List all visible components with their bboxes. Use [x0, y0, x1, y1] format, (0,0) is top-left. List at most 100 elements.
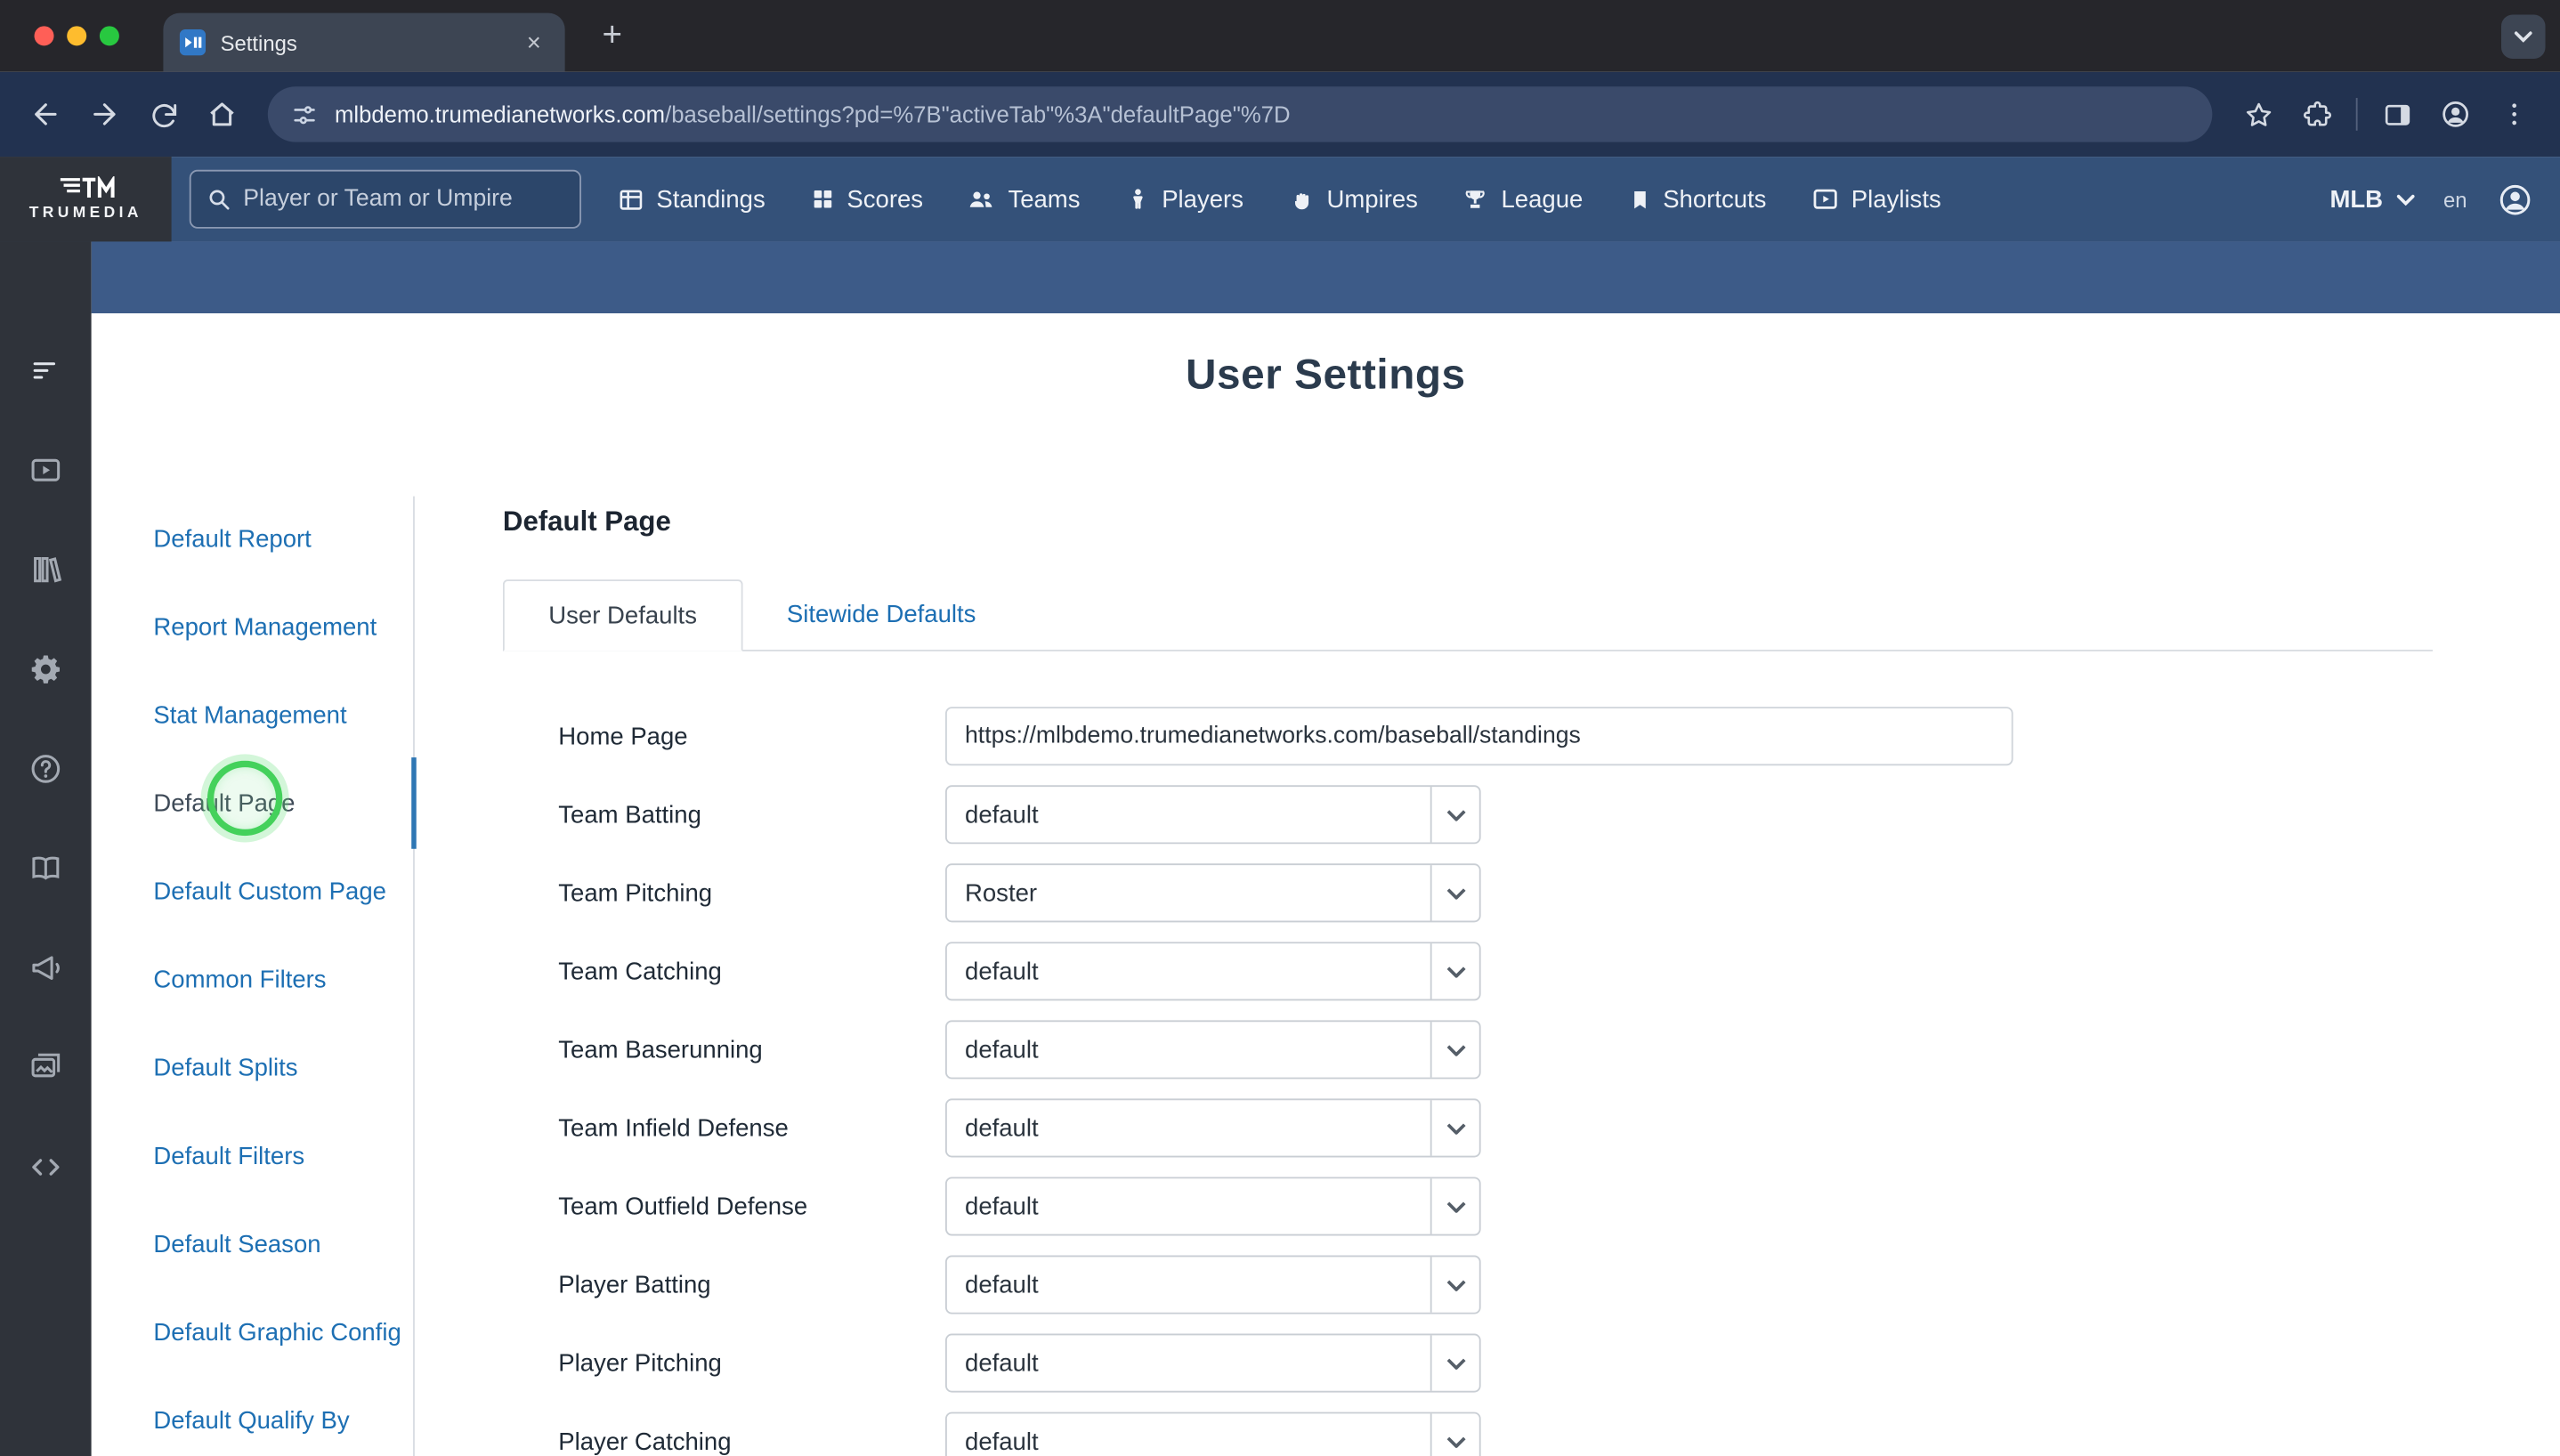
menu-item-default-filters[interactable]: Default Filters	[153, 1113, 413, 1201]
home-button[interactable]	[192, 85, 251, 143]
site-info-icon[interactable]	[290, 101, 318, 128]
team-baserunning-label: Team Baserunning	[558, 1035, 763, 1064]
locale-indicator[interactable]: en	[2443, 187, 2467, 212]
menu-item-default-page[interactable]: Default Page	[153, 757, 417, 849]
team-baserunning-select[interactable]: default	[945, 1020, 1481, 1080]
forward-button[interactable]	[75, 85, 134, 143]
side-panel-icon	[2384, 103, 2410, 125]
nav-label: Umpires	[1326, 185, 1418, 214]
nav-scores[interactable]: Scores	[809, 185, 923, 213]
settings-page: User Settings Default Report Report Mana…	[91, 313, 2560, 1456]
bookmark-star-button[interactable]	[2229, 85, 2288, 143]
form-row-team-batting: Team Batting default	[503, 785, 2433, 845]
tab-close-icon[interactable]: ×	[519, 28, 548, 57]
menu-item-default-qualify-by[interactable]: Default Qualify By	[153, 1378, 413, 1456]
extensions-button[interactable]	[2288, 85, 2346, 143]
form-row-team-outfield-defense: Team Outfield Defense default	[503, 1177, 2433, 1236]
chevron-down-icon	[1430, 865, 1479, 921]
nav-playlists[interactable]: Playlists	[1811, 184, 1941, 214]
chevron-down-icon	[1430, 1178, 1479, 1234]
tab-user-defaults[interactable]: User Defaults	[502, 579, 743, 651]
tab-sitewide-defaults[interactable]: Sitewide Defaults	[742, 578, 1020, 650]
home-icon	[210, 102, 234, 126]
browser-profile-button[interactable]	[2426, 85, 2485, 143]
league-selector[interactable]: MLB	[2329, 185, 2414, 214]
back-button[interactable]	[16, 85, 75, 143]
team-pitching-label: Team Pitching	[558, 878, 713, 907]
side-panel-button[interactable]	[2368, 85, 2426, 143]
new-tab-button[interactable]: +	[587, 12, 636, 61]
code-icon[interactable]	[0, 1117, 92, 1217]
browser-menu-button[interactable]	[2485, 85, 2544, 143]
trumedia-logo[interactable]: TRUMEDIA	[0, 157, 172, 242]
browser-toolbar: mlbdemo.trumedianetworks.com/baseball/se…	[0, 71, 2560, 158]
url-domain: mlbdemo.trumedianetworks.com	[335, 101, 666, 128]
window-minimize-button[interactable]	[67, 26, 87, 46]
players-icon	[1132, 189, 1142, 209]
forward-arrow-icon	[93, 103, 116, 125]
icon-rail	[0, 241, 92, 1456]
window-close-button[interactable]	[34, 26, 54, 46]
account-icon	[2499, 183, 2531, 214]
nav-teams[interactable]: Teams	[968, 184, 1080, 214]
reload-button[interactable]	[134, 85, 192, 143]
menu-item-default-season[interactable]: Default Season	[153, 1201, 413, 1290]
filter-lines-icon[interactable]	[0, 320, 92, 420]
tab-search-button[interactable]	[2500, 14, 2546, 60]
league-selector-value: MLB	[2329, 185, 2384, 214]
menu-item-default-custom-page[interactable]: Default Custom Page	[153, 849, 413, 937]
select-value: default	[965, 1348, 1039, 1378]
menu-item-stat-management[interactable]: Stat Management	[153, 673, 413, 761]
player-catching-select[interactable]: default	[945, 1412, 1481, 1456]
app-body: User Settings Default Report Report Mana…	[0, 241, 2560, 1456]
form-row-team-infield-defense: Team Infield Defense default	[503, 1098, 2433, 1158]
settings-menu: Default Report Report Management Stat Ma…	[153, 496, 417, 1456]
home-page-input[interactable]	[945, 707, 2013, 766]
select-value: default	[965, 1035, 1039, 1064]
menu-item-default-report[interactable]: Default Report	[153, 497, 413, 585]
chevron-down-icon	[2514, 31, 2532, 43]
library-icon[interactable]	[0, 519, 92, 619]
book-icon[interactable]	[0, 818, 92, 918]
nav-umpires[interactable]: Umpires	[1287, 185, 1418, 214]
defaults-form: Home Page Team Batting default Team Pitc	[503, 707, 2433, 1456]
team-outfield-defense-select[interactable]: default	[945, 1177, 1481, 1236]
window-zoom-button[interactable]	[99, 26, 119, 46]
chevron-down-icon	[1430, 943, 1479, 999]
url-bar[interactable]: mlbdemo.trumedianetworks.com/baseball/se…	[267, 86, 2213, 142]
menu-item-default-graphic-config[interactable]: Default Graphic Config	[153, 1290, 413, 1378]
player-batting-select[interactable]: default	[945, 1255, 1481, 1314]
chevron-down-icon	[1430, 1413, 1479, 1456]
form-row-player-catching: Player Catching default	[503, 1412, 2433, 1456]
player-search-box[interactable]	[189, 169, 581, 229]
team-infield-defense-select[interactable]: default	[945, 1098, 1481, 1158]
tab-title: Settings	[220, 29, 297, 55]
section-heading: Default Page	[502, 506, 671, 538]
select-value: Roster	[965, 878, 1038, 907]
team-catching-select[interactable]: default	[945, 942, 1481, 1001]
account-button[interactable]	[2496, 181, 2533, 218]
menu-item-report-management[interactable]: Report Management	[153, 585, 413, 673]
player-pitching-select[interactable]: default	[945, 1333, 1481, 1393]
screen: Settings × + mlbdemo.trumedianetworks.co…	[0, 0, 2560, 1456]
search-input[interactable]	[243, 186, 565, 213]
megaphone-icon[interactable]	[0, 918, 92, 1017]
chevron-down-icon	[1430, 1257, 1479, 1313]
browser-tab[interactable]: Settings ×	[163, 12, 565, 72]
team-pitching-select[interactable]: Roster	[945, 863, 1481, 923]
kebab-menu-icon	[2512, 103, 2517, 125]
chevron-down-icon	[1430, 1100, 1479, 1156]
nav-standings[interactable]: Standings	[617, 185, 766, 213]
chevron-down-icon	[1430, 787, 1479, 843]
video-icon[interactable]	[0, 419, 92, 519]
nav-league[interactable]: League	[1462, 185, 1583, 213]
gear-icon[interactable]	[0, 619, 92, 718]
gallery-icon[interactable]	[0, 1017, 92, 1117]
nav-players[interactable]: Players	[1124, 185, 1244, 213]
team-batting-select[interactable]: default	[945, 785, 1481, 845]
nav-shortcuts[interactable]: Shortcuts	[1627, 185, 1766, 213]
help-icon[interactable]	[0, 718, 92, 818]
menu-item-common-filters[interactable]: Common Filters	[153, 937, 413, 1025]
profile-avatar-icon	[2443, 101, 2469, 127]
menu-item-default-splits[interactable]: Default Splits	[153, 1025, 413, 1113]
